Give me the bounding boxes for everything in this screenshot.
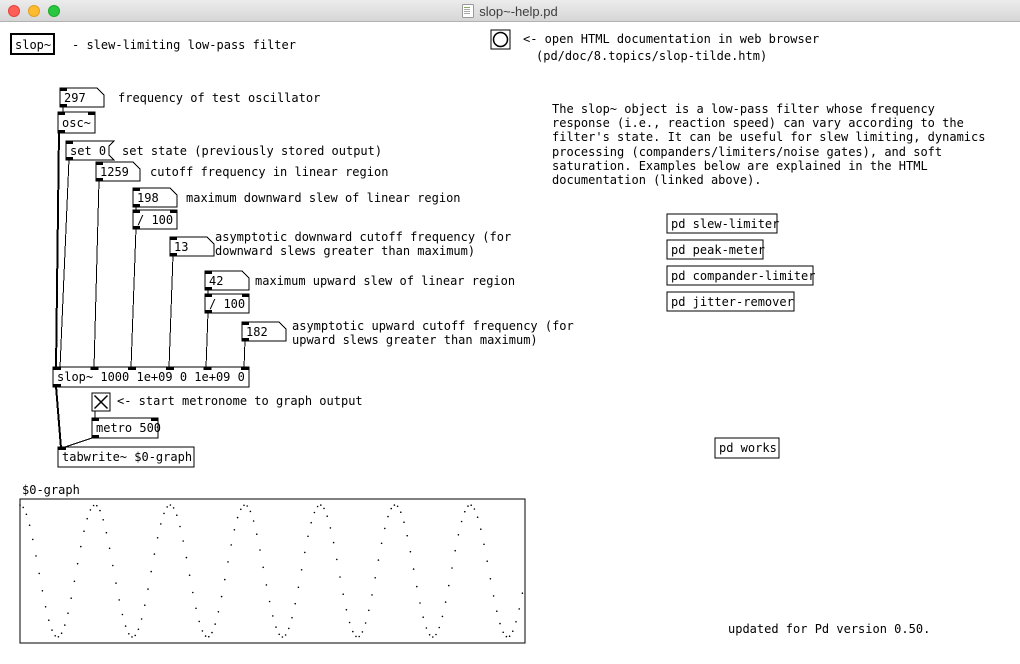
outlet-nub [53,384,61,387]
number-value: 297 [64,91,86,105]
subpatch-works[interactable]: pd works [715,438,779,458]
comment-osc-frequency: frequency of test oscillator [118,91,320,105]
object-text: pd slew-limiter [671,217,779,231]
numberbox-asym-down[interactable]: 13 [170,237,214,256]
comment-start-metro: <- start metronome to graph output [117,394,363,408]
subpatch-compander-limiter[interactable]: pd compander-limiter [667,266,816,285]
window-titlebar: slop~-help.pd [0,0,1020,22]
object-text: / 100 [209,297,245,311]
object-text: pd works [719,441,777,455]
object-text: / 100 [137,213,173,227]
comment-asym-down-2: downward slews greater than maximum) [215,244,475,258]
title-group: slop~-help.pd [0,0,1020,22]
description-line: filter's state. It can be useful for sle… [552,130,985,144]
signal-cord [56,386,61,448]
pd-patch-window: slop~-help.pd slop~ - slew-limiting low-… [0,0,1020,664]
comment-max-up-slew: maximum upward slew of linear region [255,274,515,288]
inlet-nub [88,112,95,115]
comment-asym-down-1: asymptotic downward cutoff frequency (fo… [215,230,511,244]
message-set-state[interactable]: set 0 [66,141,114,160]
numberbox-osc-frequency[interactable]: 297 [60,88,104,107]
comment-slop-description: - slew-limiting low-pass filter [72,38,296,52]
comment-asym-up-2: upward slews greater than maximum) [292,333,538,347]
number-value: 42 [209,274,223,288]
number-value: 182 [246,325,268,339]
numberbox-asym-up[interactable]: 182 [242,322,286,341]
patch-cord [169,255,173,368]
object-text: slop~ 1000 1e+09 0 1e+09 0 [57,370,245,384]
comment-open-docs-2: (pd/doc/8.topics/slop-tilde.htm) [536,49,767,63]
description-line: processing (companders/limiters/noise ga… [552,145,942,159]
toggle-metronome[interactable] [92,393,110,411]
object-divide-100-a: / 100 [133,210,177,229]
number-value: 13 [174,240,188,254]
document-icon [462,4,474,18]
subpatch-peak-meter[interactable]: pd peak-meter [667,240,765,259]
object-text: pd peak-meter [671,243,765,257]
outlet-nub [58,130,65,133]
number-value: 198 [137,191,159,205]
object-slop-header: slop~ [11,34,54,54]
comment-open-docs-1: <- open HTML documentation in web browse… [523,32,819,46]
object-text: osc~ [62,116,91,130]
subpatch-jitter-remover[interactable]: pd jitter-remover [667,292,794,311]
inlet-nub [58,112,65,115]
object-text: slop~ [15,38,51,52]
comment-updated: updated for Pd version 0.50. [728,622,930,636]
description-line: saturation. Examples below are explained… [552,159,928,173]
numberbox-max-down-slew[interactable]: 198 [133,188,177,207]
window-title: slop~-help.pd [479,4,557,19]
patch-cord [94,180,99,368]
patch-cord [244,340,245,368]
object-text: metro 500 [96,421,161,435]
comment-max-down-slew: maximum downward slew of linear region [186,191,461,205]
number-value: 1259 [100,165,129,179]
numberbox-cutoff[interactable]: 1259 [96,162,140,181]
description-line: documentation (linked above). [552,173,762,187]
object-text: tabwrite~ $0-graph [62,450,192,464]
description-line: The slop~ object is a low-pass filter wh… [552,102,935,116]
comment-asym-up-1: asymptotic upward cutoff frequency (for [292,319,574,333]
outlet-nub [92,435,99,438]
patch-cord [60,159,69,368]
patch-cord [62,437,95,448]
object-text: pd jitter-remover [671,295,794,309]
object-divide-100-b: / 100 [205,294,249,313]
signal-cord [56,131,59,368]
graph-canvas [19,499,525,643]
comment-set-state: set state (previously stored output) [122,144,382,158]
description-line: response (i.e., reaction speed) can vary… [552,116,964,130]
object-text: pd compander-limiter [671,269,816,283]
graph-label: $0-graph [22,483,80,497]
numberbox-max-up-slew[interactable]: 42 [205,271,249,290]
object-slop-main: slop~ 1000 1e+09 0 1e+09 0 [53,367,249,387]
message-text: set 0 [70,144,106,158]
object-tabwrite: tabwrite~ $0-graph [58,447,194,467]
patch-cord [131,228,136,368]
subpatch-slew-limiter[interactable]: pd slew-limiter [667,214,779,233]
comment-cutoff: cutoff frequency in linear region [150,165,388,179]
bang-open-docs[interactable] [491,30,510,49]
patch-cord [206,312,208,368]
object-osc: osc~ [58,112,95,133]
object-metro: metro 500 [92,418,161,438]
description-text: The slop~ object is a low-pass filter wh… [552,102,985,187]
